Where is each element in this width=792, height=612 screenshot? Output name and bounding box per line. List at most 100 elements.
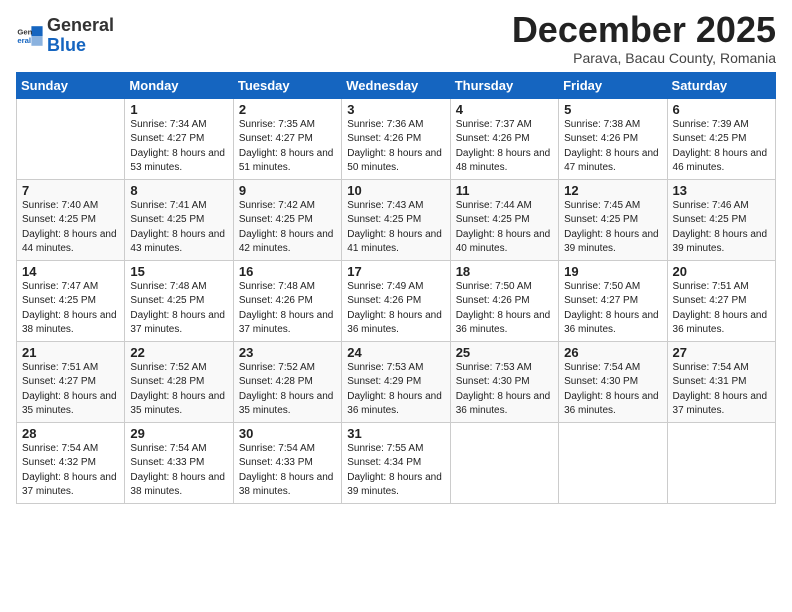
calendar-cell <box>450 422 558 503</box>
day-detail: Sunrise: 7:36 AMSunset: 4:26 PMDaylight:… <box>347 118 444 176</box>
day-number: 17 <box>347 264 444 279</box>
day-detail: Sunrise: 7:34 AMSunset: 4:27 PMDaylight:… <box>130 118 227 176</box>
calendar-cell: 26Sunrise: 7:54 AMSunset: 4:30 PMDayligh… <box>559 341 667 422</box>
day-number: 6 <box>673 102 770 117</box>
calendar-cell: 31Sunrise: 7:55 AMSunset: 4:34 PMDayligh… <box>342 422 450 503</box>
calendar-cell: 18Sunrise: 7:50 AMSunset: 4:26 PMDayligh… <box>450 260 558 341</box>
day-number: 27 <box>673 345 770 360</box>
day-detail: Sunrise: 7:37 AMSunset: 4:26 PMDaylight:… <box>456 118 553 176</box>
page: Gen eral General Blue December 2025 Para… <box>0 0 792 612</box>
day-detail: Sunrise: 7:54 AMSunset: 4:33 PMDaylight:… <box>239 442 336 500</box>
day-detail: Sunrise: 7:45 AMSunset: 4:25 PMDaylight:… <box>564 199 661 257</box>
day-detail: Sunrise: 7:48 AMSunset: 4:25 PMDaylight:… <box>130 280 227 338</box>
calendar-cell: 13Sunrise: 7:46 AMSunset: 4:25 PMDayligh… <box>667 179 775 260</box>
calendar-cell: 12Sunrise: 7:45 AMSunset: 4:25 PMDayligh… <box>559 179 667 260</box>
calendar-cell: 25Sunrise: 7:53 AMSunset: 4:30 PMDayligh… <box>450 341 558 422</box>
day-number: 1 <box>130 102 227 117</box>
day-number: 9 <box>239 183 336 198</box>
calendar-cell: 3Sunrise: 7:36 AMSunset: 4:26 PMDaylight… <box>342 98 450 179</box>
day-detail: Sunrise: 7:47 AMSunset: 4:25 PMDaylight:… <box>22 280 119 338</box>
weekday-header-wednesday: Wednesday <box>342 72 450 98</box>
day-detail: Sunrise: 7:53 AMSunset: 4:29 PMDaylight:… <box>347 361 444 419</box>
day-number: 8 <box>130 183 227 198</box>
calendar-cell <box>667 422 775 503</box>
day-number: 4 <box>456 102 553 117</box>
calendar-table: SundayMondayTuesdayWednesdayThursdayFrid… <box>16 72 776 504</box>
month-title: December 2025 <box>512 10 776 50</box>
day-detail: Sunrise: 7:42 AMSunset: 4:25 PMDaylight:… <box>239 199 336 257</box>
calendar-cell: 2Sunrise: 7:35 AMSunset: 4:27 PMDaylight… <box>233 98 341 179</box>
day-detail: Sunrise: 7:54 AMSunset: 4:31 PMDaylight:… <box>673 361 770 419</box>
calendar-week-2: 7Sunrise: 7:40 AMSunset: 4:25 PMDaylight… <box>17 179 776 260</box>
day-number: 26 <box>564 345 661 360</box>
calendar-cell: 29Sunrise: 7:54 AMSunset: 4:33 PMDayligh… <box>125 422 233 503</box>
weekday-header-thursday: Thursday <box>450 72 558 98</box>
weekday-header-saturday: Saturday <box>667 72 775 98</box>
day-detail: Sunrise: 7:48 AMSunset: 4:26 PMDaylight:… <box>239 280 336 338</box>
weekday-header-sunday: Sunday <box>17 72 125 98</box>
logo-blue-text: Blue <box>47 35 86 55</box>
day-number: 7 <box>22 183 119 198</box>
day-number: 20 <box>673 264 770 279</box>
calendar-cell: 30Sunrise: 7:54 AMSunset: 4:33 PMDayligh… <box>233 422 341 503</box>
calendar-cell: 22Sunrise: 7:52 AMSunset: 4:28 PMDayligh… <box>125 341 233 422</box>
day-number: 13 <box>673 183 770 198</box>
day-detail: Sunrise: 7:54 AMSunset: 4:32 PMDaylight:… <box>22 442 119 500</box>
calendar-week-3: 14Sunrise: 7:47 AMSunset: 4:25 PMDayligh… <box>17 260 776 341</box>
weekday-header-monday: Monday <box>125 72 233 98</box>
day-detail: Sunrise: 7:46 AMSunset: 4:25 PMDaylight:… <box>673 199 770 257</box>
calendar-cell <box>559 422 667 503</box>
calendar-cell: 23Sunrise: 7:52 AMSunset: 4:28 PMDayligh… <box>233 341 341 422</box>
calendar-cell <box>17 98 125 179</box>
calendar-cell: 17Sunrise: 7:49 AMSunset: 4:26 PMDayligh… <box>342 260 450 341</box>
day-number: 14 <box>22 264 119 279</box>
calendar-cell: 20Sunrise: 7:51 AMSunset: 4:27 PMDayligh… <box>667 260 775 341</box>
day-detail: Sunrise: 7:50 AMSunset: 4:27 PMDaylight:… <box>564 280 661 338</box>
day-number: 11 <box>456 183 553 198</box>
day-number: 10 <box>347 183 444 198</box>
calendar-cell: 21Sunrise: 7:51 AMSunset: 4:27 PMDayligh… <box>17 341 125 422</box>
weekday-header-friday: Friday <box>559 72 667 98</box>
day-number: 29 <box>130 426 227 441</box>
calendar-week-1: 1Sunrise: 7:34 AMSunset: 4:27 PMDaylight… <box>17 98 776 179</box>
day-detail: Sunrise: 7:53 AMSunset: 4:30 PMDaylight:… <box>456 361 553 419</box>
day-number: 31 <box>347 426 444 441</box>
day-detail: Sunrise: 7:35 AMSunset: 4:27 PMDaylight:… <box>239 118 336 176</box>
calendar-cell: 8Sunrise: 7:41 AMSunset: 4:25 PMDaylight… <box>125 179 233 260</box>
day-number: 16 <box>239 264 336 279</box>
calendar-cell: 27Sunrise: 7:54 AMSunset: 4:31 PMDayligh… <box>667 341 775 422</box>
day-number: 25 <box>456 345 553 360</box>
day-detail: Sunrise: 7:52 AMSunset: 4:28 PMDaylight:… <box>130 361 227 419</box>
calendar-week-5: 28Sunrise: 7:54 AMSunset: 4:32 PMDayligh… <box>17 422 776 503</box>
day-number: 21 <box>22 345 119 360</box>
day-detail: Sunrise: 7:41 AMSunset: 4:25 PMDaylight:… <box>130 199 227 257</box>
day-number: 28 <box>22 426 119 441</box>
svg-text:Gen: Gen <box>17 27 32 36</box>
day-detail: Sunrise: 7:38 AMSunset: 4:26 PMDaylight:… <box>564 118 661 176</box>
calendar-cell: 14Sunrise: 7:47 AMSunset: 4:25 PMDayligh… <box>17 260 125 341</box>
day-number: 2 <box>239 102 336 117</box>
calendar-cell: 24Sunrise: 7:53 AMSunset: 4:29 PMDayligh… <box>342 341 450 422</box>
day-detail: Sunrise: 7:51 AMSunset: 4:27 PMDaylight:… <box>22 361 119 419</box>
calendar-cell: 5Sunrise: 7:38 AMSunset: 4:26 PMDaylight… <box>559 98 667 179</box>
day-number: 24 <box>347 345 444 360</box>
day-detail: Sunrise: 7:54 AMSunset: 4:33 PMDaylight:… <box>130 442 227 500</box>
calendar-cell: 7Sunrise: 7:40 AMSunset: 4:25 PMDaylight… <box>17 179 125 260</box>
day-detail: Sunrise: 7:39 AMSunset: 4:25 PMDaylight:… <box>673 118 770 176</box>
calendar-cell: 4Sunrise: 7:37 AMSunset: 4:26 PMDaylight… <box>450 98 558 179</box>
weekday-header-row: SundayMondayTuesdayWednesdayThursdayFrid… <box>17 72 776 98</box>
day-number: 5 <box>564 102 661 117</box>
logo-general-text: General <box>47 15 114 35</box>
calendar-cell: 28Sunrise: 7:54 AMSunset: 4:32 PMDayligh… <box>17 422 125 503</box>
weekday-header-tuesday: Tuesday <box>233 72 341 98</box>
location-subtitle: Parava, Bacau County, Romania <box>512 50 776 66</box>
day-detail: Sunrise: 7:55 AMSunset: 4:34 PMDaylight:… <box>347 442 444 500</box>
calendar-cell: 10Sunrise: 7:43 AMSunset: 4:25 PMDayligh… <box>342 179 450 260</box>
title-block: December 2025 Parava, Bacau County, Roma… <box>512 10 776 66</box>
day-detail: Sunrise: 7:52 AMSunset: 4:28 PMDaylight:… <box>239 361 336 419</box>
calendar-cell: 16Sunrise: 7:48 AMSunset: 4:26 PMDayligh… <box>233 260 341 341</box>
day-detail: Sunrise: 7:54 AMSunset: 4:30 PMDaylight:… <box>564 361 661 419</box>
logo-icon: Gen eral <box>16 22 44 50</box>
day-detail: Sunrise: 7:50 AMSunset: 4:26 PMDaylight:… <box>456 280 553 338</box>
day-detail: Sunrise: 7:49 AMSunset: 4:26 PMDaylight:… <box>347 280 444 338</box>
